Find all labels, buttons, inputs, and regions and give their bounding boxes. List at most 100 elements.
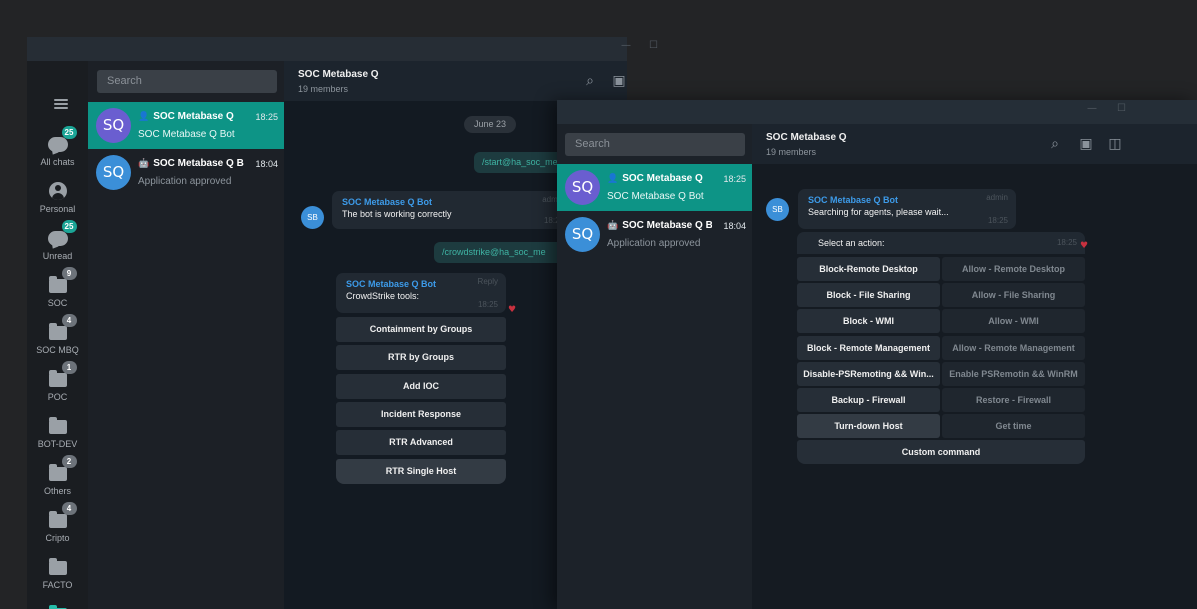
search-icon[interactable]: ⌕ (1047, 136, 1063, 152)
sender-avatar[interactable]: SB (301, 206, 324, 229)
back-telegram-window: — ☐ 25 All chats Personal 25 Unread 9 SOC 4 SOC … (27, 37, 658, 609)
sender-avatar[interactable]: SB (766, 198, 789, 221)
search-icon[interactable]: ⌕ (582, 73, 598, 89)
heart-reaction-icon[interactable]: ♥ (1080, 241, 1088, 251)
folder-item[interactable]: BOT-DEV (27, 417, 88, 449)
message-time: 18:25 (987, 216, 1008, 225)
back-conversation-header[interactable]: SOC Metabase Q 19 members ⌕ ▣ ◫ (284, 61, 627, 101)
folder-icon: 2 (47, 455, 77, 484)
keyboard-button[interactable]: RTR Single Host (336, 458, 506, 484)
message-time: 18:25 (1056, 238, 1077, 247)
folder-icon (47, 417, 69, 437)
front-search-input[interactable]: Search (565, 133, 745, 156)
back-chat-row-2[interactable]: SQ 🤖 SOC Metabase Q B... 18:04 Applicatio… (88, 149, 284, 196)
keyboard-button[interactable]: RTR by Groups (336, 345, 506, 371)
back-search-input[interactable]: Search (97, 70, 277, 93)
front-chat-row-1[interactable]: SQ 👤 SOC Metabase Q 18:25 SOC Metabase Q … (557, 164, 752, 211)
keyboard-button[interactable]: Incident Response (336, 401, 506, 427)
front-window-titlebar: — ☐ (557, 100, 1197, 124)
chat-title: 🤖 SOC Metabase Q B... (607, 220, 712, 231)
keyboard-button[interactable]: Allow - File Sharing (942, 283, 1085, 308)
minimize-icon[interactable]: — (1087, 104, 1097, 114)
bot-message: SOC Metabase Q Bot The bot is working co… (332, 191, 572, 229)
back-window-titlebar: — ☐ (27, 37, 658, 61)
group-icon: 👤 (138, 112, 150, 122)
bot-message: SOC Metabase Q Bot Searching for agents,… (798, 189, 1016, 229)
back-chat-row-1[interactable]: SQ 👤 SOC Metabase Q 18:25 SOC Metabase Q … (88, 102, 284, 149)
folder-icon: 4 (47, 502, 77, 531)
folder-item[interactable]: 4 SOC MBQ (27, 314, 88, 355)
maximize-icon[interactable]: ☐ (1117, 104, 1127, 114)
hamburger-menu-icon[interactable] (54, 99, 68, 109)
keyboard-button[interactable]: Block-Remote Desktop (797, 257, 940, 281)
avatar: SQ (565, 170, 600, 205)
folder-label: Unread (42, 251, 73, 261)
bot-icon: 🤖 (138, 159, 150, 169)
chat-time: 18:25 (723, 174, 746, 184)
keyboard-button[interactable]: Disable-PSRemoting && Win... (797, 361, 940, 386)
sidebar-toggle-icon[interactable]: ◫ (1107, 136, 1123, 152)
folder-item[interactable]: 2 Others (27, 455, 88, 496)
unread-badge: 25 (61, 220, 77, 233)
maximize-icon[interactable]: ☐ (649, 41, 659, 51)
chat-title: 👤 SOC Metabase Q (138, 111, 234, 122)
keyboard-button[interactable]: Block - File Sharing (797, 283, 940, 308)
folder-item[interactable]: FACTO (27, 558, 88, 590)
keyboard-button[interactable]: Block - WMI (797, 309, 940, 334)
folder-item[interactable]: 9 SOC (27, 267, 88, 308)
folder-label: SOC MBQ (36, 345, 79, 355)
message-text: The bot is working correctly (342, 209, 452, 219)
bot-message: Select an action: 18:25 (797, 232, 1085, 254)
message-text: Select an action: (818, 238, 885, 248)
chat-subtitle: Application approved (138, 176, 232, 187)
keyboard-button[interactable]: Add IOC (336, 373, 506, 399)
sender-name[interactable]: SOC Metabase Q Bot (342, 197, 432, 207)
admin-tag: admin (986, 193, 1008, 202)
folder-item[interactable]: 1 POC (27, 361, 88, 402)
front-conversation-header[interactable]: SOC Metabase Q 19 members ⌕ ▣ ◫ (752, 124, 1197, 164)
keyboard-button[interactable]: Allow - Remote Desktop (942, 257, 1085, 281)
folder-label: Others (43, 486, 71, 496)
keyboard-button[interactable]: Allow - WMI (942, 309, 1085, 334)
group-icon: 👤 (607, 174, 619, 184)
front-conversation: SOC Metabase Q 19 members ⌕ ▣ ◫ SB SOC M… (752, 124, 1197, 609)
message-text: Searching for agents, please wait... (808, 207, 949, 217)
custom-command-button[interactable]: Custom command (797, 440, 1085, 465)
conversation-title: SOC Metabase Q (298, 69, 379, 80)
sender-name[interactable]: SOC Metabase Q Bot (346, 279, 436, 289)
keyboard-button[interactable]: Get time (942, 414, 1085, 439)
keyboard-button[interactable]: Block - Remote Management (797, 335, 940, 360)
unread-badge: 9 (61, 267, 77, 280)
unread-badge: 25 (61, 126, 77, 139)
back-chat-list: Search SQ 👤 SOC Metabase Q 18:25 SOC Meta… (88, 61, 284, 609)
video-chat-icon[interactable]: ▣ (1078, 136, 1094, 152)
chat-time: 18:04 (723, 221, 746, 231)
keyboard-button[interactable]: Enable PSRemotin && WinRM (942, 361, 1085, 386)
member-count: 19 members (766, 147, 817, 157)
folder-item[interactable]: Personal (27, 182, 88, 214)
video-chat-icon[interactable]: ▣ (611, 73, 627, 89)
minimize-icon[interactable]: — (621, 41, 631, 51)
keyboard-button[interactable]: Turn-down Host (797, 414, 940, 439)
front-chat-list: Search SQ 👤 SOC Metabase Q 18:25 SOC Meta… (557, 124, 752, 609)
avatar: SQ (96, 108, 131, 143)
folder-item[interactable]: 25 All chats (27, 126, 88, 167)
avatar: SQ (96, 155, 131, 190)
chat-subtitle: Application approved (607, 238, 701, 249)
heart-reaction-icon[interactable]: ♥ (508, 305, 516, 315)
unread-badge: 4 (61, 502, 77, 515)
folder-item[interactable]: MBQ (27, 605, 88, 609)
keyboard-button[interactable]: Restore - Firewall (942, 388, 1085, 412)
conversation-title: SOC Metabase Q (766, 132, 847, 143)
folder-item[interactable]: 25 Unread (27, 220, 88, 261)
chat-time: 18:04 (255, 159, 278, 169)
reply-tag[interactable]: Reply (478, 277, 498, 286)
keyboard-button[interactable]: Backup - Firewall (797, 388, 940, 412)
folder-item[interactable]: 4 Cripto (27, 502, 88, 543)
chat-time: 18:25 (255, 112, 278, 122)
front-chat-row-2[interactable]: SQ 🤖 SOC Metabase Q B... 18:04 Applicatio… (557, 211, 752, 258)
keyboard-button[interactable]: Containment by Groups (336, 317, 506, 342)
sender-name[interactable]: SOC Metabase Q Bot (808, 195, 898, 205)
keyboard-button[interactable]: Allow - Remote Management (942, 335, 1085, 360)
keyboard-button[interactable]: RTR Advanced (336, 430, 506, 456)
